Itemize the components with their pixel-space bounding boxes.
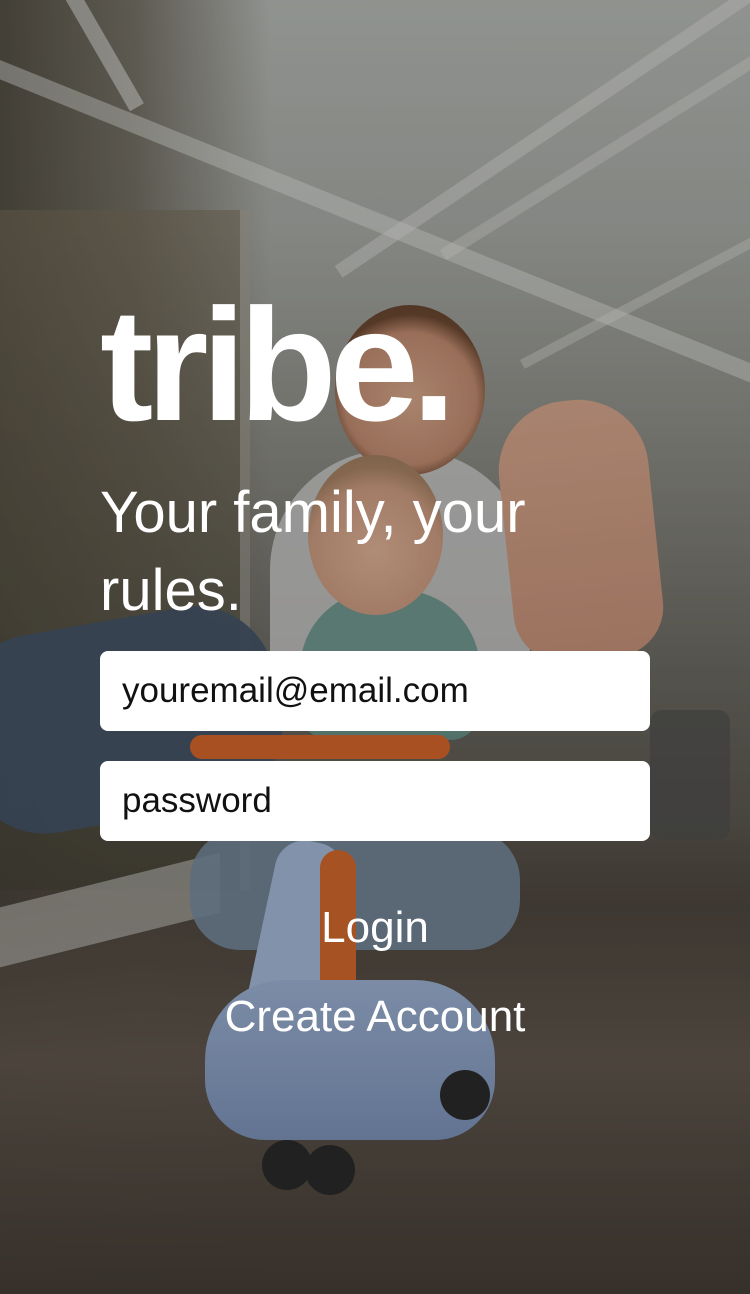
login-button[interactable]: Login <box>0 900 750 956</box>
background-dim-overlay <box>0 0 750 1294</box>
app-logo: tribe. <box>100 275 456 454</box>
password-field[interactable] <box>100 761 650 841</box>
login-screen: tribe. Your family, your rules. Login Cr… <box>0 0 750 1294</box>
app-tagline: Your family, your rules. <box>100 480 526 623</box>
email-field[interactable] <box>100 651 650 731</box>
create-account-button[interactable]: Create Account <box>0 989 750 1045</box>
